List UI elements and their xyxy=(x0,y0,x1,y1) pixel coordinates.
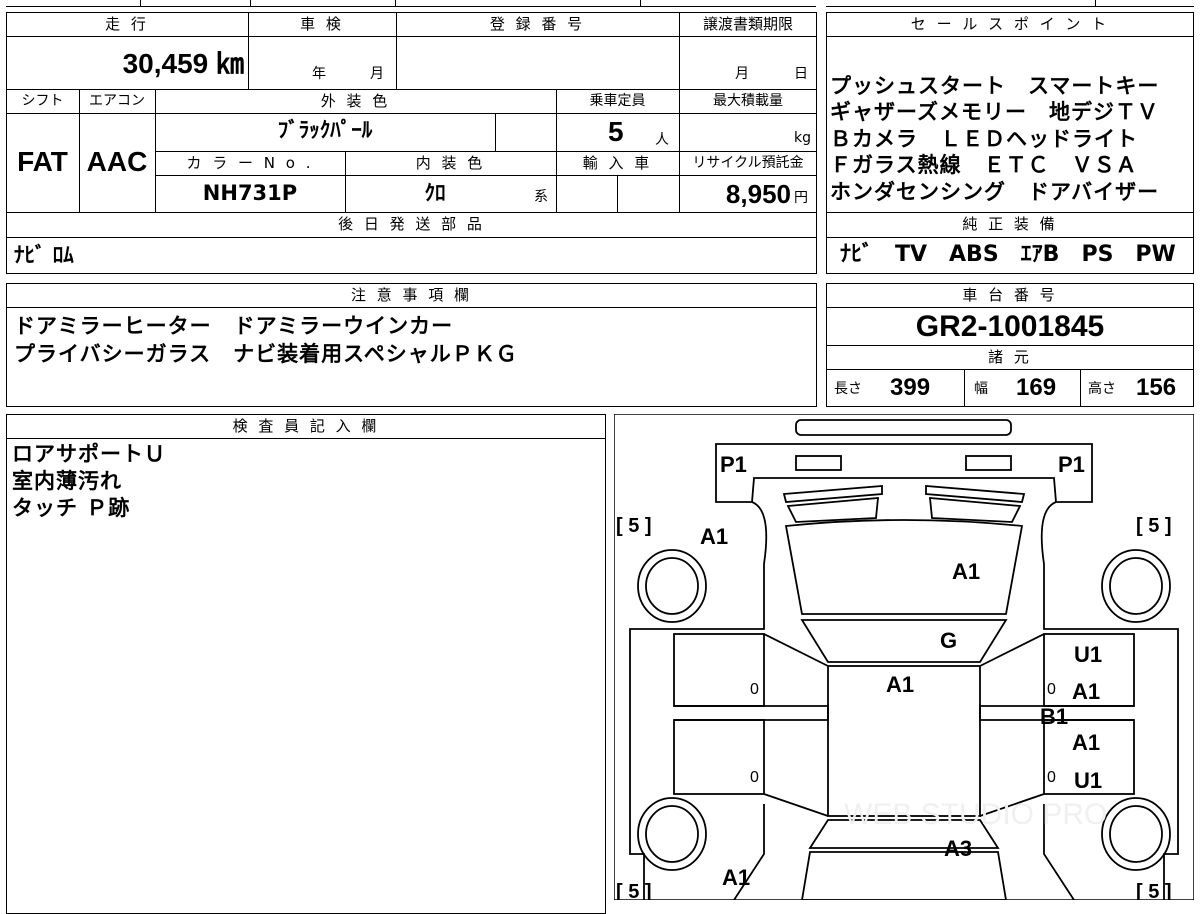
chassis-number-header: 車 台 番 号 xyxy=(962,286,1058,304)
length-label: 長さ xyxy=(834,381,862,397)
vehicle-condition-diagram: WEB STUDIO PRO P1 P1 [ 5 ] [ 5 ] [ 5 ] [… xyxy=(614,414,1194,900)
recycle-deposit-unit: 円 xyxy=(794,190,808,206)
mark-roof: A1 xyxy=(886,672,914,697)
notes-header: 注 意 事 項 欄 xyxy=(350,286,473,304)
transfer-day-unit: 日 xyxy=(794,66,808,82)
color-no-header: カ ラ ー N o . xyxy=(186,154,314,172)
exterior-color-header: 外 装 色 xyxy=(320,92,391,110)
inspector-note: 室内薄汚れ xyxy=(12,469,122,493)
inspector-note: ロアサポートＵ xyxy=(12,442,166,466)
inspector-note: タッチ Ｐ跡 xyxy=(12,496,131,520)
later-shipped-parts-value: ﾅﾋﾞ ﾛﾑ xyxy=(14,243,74,267)
max-load-unit: kg xyxy=(794,130,811,146)
mark-tire-rear-left: [ 5 ] xyxy=(616,881,652,900)
notes-line: ドアミラーヒーター ドアミラーウインカー xyxy=(14,314,454,338)
chassis-number-value: GR2-1001845 xyxy=(915,310,1105,343)
genuine-equipment-value: ﾅﾋﾞ TV ABS ｴｱB PS PW xyxy=(840,242,1176,267)
height-value: 156 xyxy=(1136,374,1177,401)
color-no-value: NH731P xyxy=(202,181,298,205)
mark-rear-gate: A3 xyxy=(944,836,972,861)
length-value: 399 xyxy=(890,374,931,401)
mark-right-pillar: B1 xyxy=(1040,704,1068,729)
sales-point-line: ギャザーズメモリー 地デジＴＶ xyxy=(830,100,1159,124)
width-label: 幅 xyxy=(974,381,988,397)
exterior-color-value: ﾌﾞﾗｯｸﾊﾟｰﾙ xyxy=(277,118,373,142)
inspection-month-unit: 月 xyxy=(370,66,384,82)
aircon-value: AAC xyxy=(86,146,148,177)
watermark-text: WEB STUDIO PRO xyxy=(844,798,1107,831)
recycle-deposit-value: 8,950 xyxy=(725,179,791,209)
mark-tire-front-left: [ 5 ] xyxy=(616,515,652,537)
mark-p1-left: P1 xyxy=(720,452,747,477)
zero-left-front: 0 xyxy=(750,681,759,698)
transfer-month-unit: 月 xyxy=(735,66,749,82)
max-load-header: 最大積載量 xyxy=(713,93,783,109)
notes-line: プライバシーガラス ナビ装着用スペシャルＰＫＧ xyxy=(14,342,518,366)
inspection-header: 車 検 xyxy=(300,15,344,33)
mark-p1-right: P1 xyxy=(1058,452,1085,477)
interior-color-unit: 系 xyxy=(534,189,548,205)
mark-front-left-fender: A1 xyxy=(700,524,728,549)
mark-rear-left-quarter: A1 xyxy=(722,865,750,890)
sales-point-line: Ｂカメラ ＬＥＤヘッドライト xyxy=(830,127,1138,151)
mark-right-front-door-u: U1 xyxy=(1074,642,1102,667)
interior-color-value: ｸﾛ xyxy=(424,181,446,205)
mark-windshield: G xyxy=(940,628,957,653)
zero-right-front: 0 xyxy=(1047,681,1056,698)
inspection-year-unit: 年 xyxy=(312,66,326,82)
mark-right-rear-door-a: A1 xyxy=(1072,730,1100,755)
width-value: 169 xyxy=(1016,374,1057,401)
shift-value: FAT xyxy=(17,146,68,177)
recycle-deposit-header: リサイクル預託金 xyxy=(692,155,804,171)
zero-right-rear: 0 xyxy=(1047,769,1056,786)
mark-right-front-door-a: A1 xyxy=(1072,679,1100,704)
mark-tire-rear-right: [ 5 ] xyxy=(1136,881,1172,900)
capacity-value: 5 xyxy=(608,116,624,147)
mark-tire-front-right: [ 5 ] xyxy=(1136,515,1172,537)
transfer-deadline-header: 譲渡書類期限 xyxy=(702,15,793,33)
mark-hood: A1 xyxy=(952,559,980,584)
genuine-equipment-header: 純 正 装 備 xyxy=(962,215,1058,233)
sales-points-header: セ ー ル ス ポ イ ン ト xyxy=(910,15,1110,33)
later-shipped-parts-header: 後 日 発 送 部 品 xyxy=(338,215,485,233)
interior-color-header: 内 装 色 xyxy=(415,154,486,172)
sales-point-line: Ｆガラス熱線 ＥＴＣ ＶＳＡ xyxy=(830,153,1138,177)
registration-header: 登 録 番 号 xyxy=(489,15,586,33)
import-car-header: 輸 入 車 xyxy=(582,154,653,172)
dimensions-header: 諸 元 xyxy=(988,348,1032,366)
aircon-header: エアコン xyxy=(89,93,145,109)
sales-point-line: ホンダセンシング ドアバイザー xyxy=(830,180,1160,204)
mileage-header: 走 行 xyxy=(105,15,149,33)
sales-point-line: プッシュスタート スマートキー xyxy=(830,74,1160,98)
height-label: 高さ xyxy=(1088,381,1116,397)
capacity-header: 乗車定員 xyxy=(589,93,646,109)
mark-right-rear-door-u: U1 xyxy=(1074,768,1102,793)
mileage-value: 30,459 ㎞ xyxy=(122,48,244,79)
zero-left-rear: 0 xyxy=(750,769,759,786)
capacity-unit: 人 xyxy=(655,132,669,148)
inspector-header: 検 査 員 記 入 欄 xyxy=(232,417,380,435)
top-edge-line xyxy=(6,6,816,7)
shift-header: シフト xyxy=(21,93,64,109)
